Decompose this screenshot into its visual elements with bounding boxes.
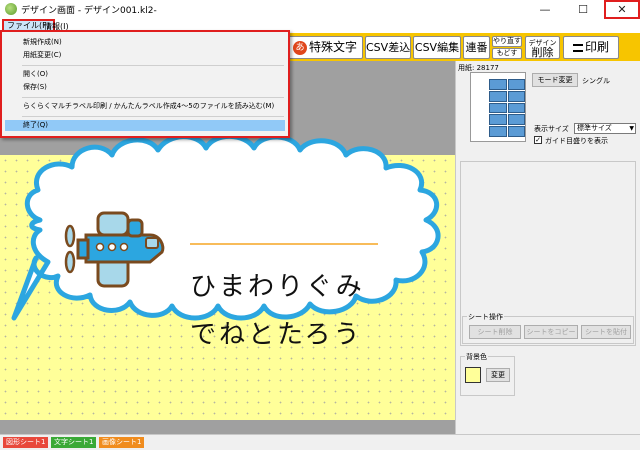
maximize-button[interactable]: ☐: [564, 0, 602, 19]
thumbnail-cell: [489, 102, 507, 114]
menu-item-exit[interactable]: 終了(Q): [5, 120, 285, 131]
menu-item-save[interactable]: 保存(S): [5, 82, 285, 93]
guide-checkbox[interactable]: ✓: [534, 136, 542, 144]
minimize-button[interactable]: —: [526, 0, 564, 19]
undo-button[interactable]: もどす: [492, 48, 522, 59]
menu-item-new[interactable]: 新規作成(N): [5, 37, 285, 48]
title-bar: デザイン画面 - デザイン001.kl2- — ☐ ✕: [0, 0, 640, 19]
serial-number-button[interactable]: 連番: [463, 36, 490, 59]
display-size-label: 表示サイズ: [534, 125, 569, 133]
thumbnail-cell: [489, 114, 507, 126]
sheet-tabs: 図形シート1 文字シート1 画像シート1: [0, 434, 640, 450]
window-title: デザイン画面 - デザイン001.kl2-: [21, 6, 157, 16]
display-size-select[interactable]: 標準サイズ ▼: [574, 123, 636, 134]
thumbnail-grid: [489, 79, 525, 137]
delete-design-label: 削除: [531, 46, 554, 59]
print-icon: [572, 43, 583, 52]
bg-change-button[interactable]: 変更: [486, 368, 510, 382]
bg-color-title: 背景色: [465, 352, 488, 362]
csv-edit-button[interactable]: CSV編集: [413, 36, 461, 59]
print-button[interactable]: 印刷: [563, 36, 619, 59]
label-text-line1[interactable]: ひまわりぐみ: [190, 266, 365, 303]
sheet-ops-title: シート操作: [467, 312, 504, 322]
thumbnail-cell: [507, 79, 525, 90]
tab-text-sheet[interactable]: 文字シート1: [51, 437, 97, 448]
chevron-down-icon: ▼: [629, 125, 634, 132]
special-chars-button[interactable]: あ特殊文字: [287, 36, 363, 59]
close-button[interactable]: ✕: [604, 0, 640, 19]
tab-shape-sheet[interactable]: 図形シート1: [3, 437, 49, 448]
thumbnail-cell: [489, 79, 507, 90]
menu-item-change-paper[interactable]: 用紙変更(C): [5, 50, 285, 61]
right-panel: 用紙: 28177 モード変更 シングル 表示サイズ 標準サイズ ▼ ✓ ガイド…: [455, 61, 640, 434]
background-color-group: 背景色 変更: [460, 352, 515, 396]
tab-image-sheet[interactable]: 画像シート1: [99, 437, 145, 448]
display-size-value: 標準サイズ: [577, 124, 612, 132]
sheet-operations-group: シート操作 シート削除 シートをコピー シートを貼付: [462, 312, 634, 344]
thumbnail-cell: [507, 102, 525, 114]
thumbnail-cell: [507, 126, 525, 137]
csv-insert-button[interactable]: CSV差込: [365, 36, 411, 59]
special-char-icon: あ: [292, 40, 307, 55]
app-icon: [5, 3, 17, 15]
menu-separator: [22, 116, 284, 117]
menu-separator: [22, 97, 284, 98]
thumbnail-cell: [489, 90, 507, 102]
sheet-paste-button[interactable]: シートを貼付: [581, 325, 631, 339]
mode-value: シングル: [582, 77, 610, 85]
guide-label: ガイド目盛りを表示: [545, 137, 608, 145]
thumbnail-cell: [489, 126, 507, 137]
menu-separator: [22, 65, 284, 66]
special-chars-label: 特殊文字: [308, 40, 357, 54]
menu-item-open[interactable]: 開く(O): [5, 69, 285, 80]
delete-design-button[interactable]: デザイン 削除: [525, 36, 560, 59]
paper-thumbnail[interactable]: [470, 72, 526, 142]
print-label: 印刷: [584, 40, 609, 54]
sheet-delete-button[interactable]: シート削除: [469, 325, 521, 339]
sheet-copy-button[interactable]: シートをコピー: [524, 325, 578, 339]
label-text-line2[interactable]: でねとたろう: [190, 314, 362, 351]
mode-change-button[interactable]: モード変更: [532, 73, 578, 87]
file-menu-dropdown: 新規作成(N) 用紙変更(C) 開く(O) 保存(S) らくらくマルチラベル印刷…: [0, 30, 290, 138]
menu-item-import[interactable]: らくらくマルチラベル印刷 / かんたんラベル作成4〜5のファイルを読み込む(M): [5, 101, 285, 112]
thumbnail-cell: [507, 90, 525, 102]
thumbnail-cell: [507, 114, 525, 126]
redo-button[interactable]: やり直す: [492, 36, 522, 47]
bg-color-swatch[interactable]: [465, 367, 481, 383]
